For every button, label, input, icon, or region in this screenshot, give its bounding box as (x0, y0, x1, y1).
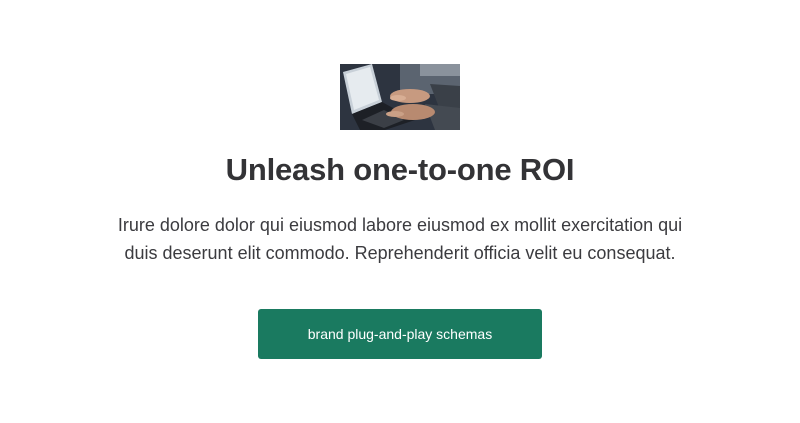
page-title: Unleash one-to-one ROI (225, 152, 575, 187)
hero-description: Irure dolore dolor qui eiusmod labore ei… (117, 215, 683, 263)
laptop-typing-photo (340, 64, 460, 130)
hero-section: Unleash one-to-one ROI Irure dolore dolo… (0, 0, 800, 423)
cta-button[interactable]: brand plug-and-play schemas (258, 309, 542, 359)
laptop-typing-illustration (340, 64, 460, 130)
